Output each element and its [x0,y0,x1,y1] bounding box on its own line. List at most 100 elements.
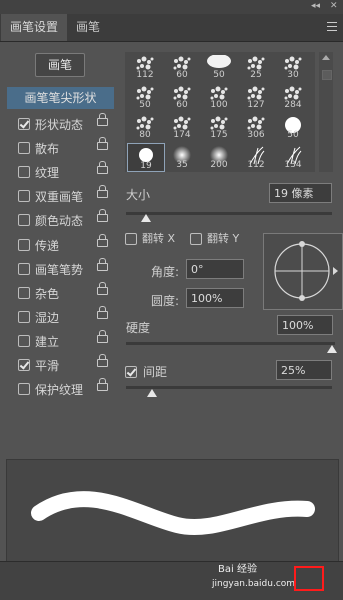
brush-preset[interactable]: 60 [164,83,200,110]
lock-icon[interactable] [97,354,108,367]
lock-icon[interactable] [97,185,108,199]
brush-preset[interactable]: 50 [127,83,163,110]
roundness-field[interactable]: 100% [186,288,244,308]
brush-preset[interactable]: 100 [201,83,237,110]
option-label: 颜色动态 [35,214,84,229]
option-row[interactable]: 湿边 [7,305,114,328]
option-checkbox[interactable] [18,310,30,323]
size-slider-knob[interactable] [141,214,151,222]
brush-preset[interactable]: 50 [201,53,237,80]
option-label: 杂色 [35,286,60,301]
flip-x-label: 翻转 X [142,232,176,245]
option-row[interactable]: 平滑 [7,354,114,376]
collapse-icon[interactable]: ◂◂ [311,1,320,11]
tab-brush-settings[interactable]: 画笔设置 [1,14,68,41]
hardness-field[interactable]: 100% [277,315,333,335]
brush-preset[interactable]: 30 [275,53,311,80]
option-checkbox[interactable] [18,118,30,130]
option-checkbox[interactable] [18,214,30,227]
brush-preset[interactable]: 80 [127,113,163,140]
brush-settings-panel: 画笔 画笔笔尖形状 形状动态散布 纹理 双重画笔颜色动态传递画笔笔势杂色湿边建立平滑… [0,42,343,450]
brush-preset[interactable]: 60 [164,53,200,80]
preset-size: 112 [247,160,265,170]
option-checkbox[interactable] [18,359,30,371]
flip-x-checkbox[interactable] [125,233,137,245]
brush-preset[interactable]: 19 [127,143,165,172]
preset-size: 134 [284,160,302,170]
option-row[interactable]: 双重画笔 [7,185,114,207]
scroll-up-icon[interactable] [322,55,330,60]
option-checkbox[interactable] [18,238,30,251]
lock-icon[interactable] [97,209,108,223]
option-label: 湿边 [35,310,60,325]
option-checkbox[interactable] [18,286,30,299]
preset-size: 19 [140,161,152,171]
preset-size: 25 [250,70,262,80]
lock-icon[interactable] [97,329,108,343]
option-row[interactable]: 纹理 [7,161,114,183]
preset-size: 80 [139,130,151,140]
option-checkbox[interactable] [18,166,30,179]
spacing-field[interactable]: 25% [276,360,332,380]
hardness-slider[interactable] [126,342,335,345]
option-label: 保护纹理 [35,383,84,398]
brush-preset[interactable]: 175 [201,113,237,140]
lock-icon[interactable] [97,305,108,319]
lock-icon[interactable] [97,233,108,247]
option-checkbox[interactable] [18,383,30,396]
brush-preset[interactable]: 112 [127,53,163,80]
lock-icon[interactable] [97,378,108,392]
brush-button[interactable]: 画笔 [35,53,85,77]
scroll-thumb[interactable] [322,70,332,80]
option-checkbox[interactable] [18,190,30,203]
brush-preset[interactable]: 50 [275,113,311,140]
brush-tip-shape-item[interactable]: 画笔笔尖形状 [7,87,114,109]
lock-icon[interactable] [97,257,108,271]
lock-icon[interactable] [97,113,108,126]
brush-preset[interactable]: 174 [164,113,200,140]
brush-preset[interactable]: 35 [164,143,200,170]
option-checkbox[interactable] [18,262,30,275]
option-label: 建立 [35,334,60,349]
spacing-slider-knob[interactable] [147,389,157,397]
flip-y-checkbox[interactable] [190,233,202,245]
brush-preset[interactable]: 134 [275,143,311,170]
close-icon[interactable]: ✕ [330,1,338,11]
preset-size: 50 [287,130,299,140]
lock-icon[interactable] [97,137,108,151]
brush-preset-grid[interactable]: 112 60 50 25 30 50 60 100 127 284 80 174 175 306 50 19 3… [125,52,315,172]
option-row[interactable]: 建立 [7,329,114,352]
brush-preset[interactable]: 25 [238,53,274,80]
brush-preset[interactable]: 112 [238,143,274,170]
angle-roundness-widget[interactable] [263,233,343,310]
brush-preset[interactable]: 200 [201,143,237,170]
lock-icon[interactable] [97,281,108,295]
option-row[interactable]: 杂色 [7,281,114,304]
option-row[interactable]: 形状动态 [7,113,114,135]
preset-size: 284 [284,100,302,110]
lock-icon[interactable] [97,161,108,175]
brush-preset[interactable]: 284 [275,83,311,110]
option-label: 形状动态 [35,118,84,132]
option-row[interactable]: 画笔笔势 [7,257,114,280]
tab-brush[interactable]: 画笔 [76,14,100,41]
size-field[interactable]: 19 像素 [269,183,332,203]
panel-menu-icon[interactable] [327,22,337,34]
new-brush-button[interactable] [294,566,324,591]
size-slider[interactable] [126,212,332,215]
preset-scrollbar[interactable] [319,52,333,172]
option-row[interactable]: 散布 [7,137,114,159]
spacing-checkbox[interactable] [125,366,137,378]
option-row[interactable]: 传递 [7,233,114,256]
brush-preset[interactable]: 306 [238,113,274,140]
angle-crosshair-icon [274,241,338,301]
angle-field[interactable]: 0° [186,259,244,279]
option-row[interactable]: 保护纹理 [7,378,114,400]
option-checkbox[interactable] [18,334,30,347]
option-row[interactable]: 颜色动态 [7,209,114,231]
option-checkbox[interactable] [18,142,30,155]
watermark-url: jingyan.baidu.com [212,579,296,589]
brush-preset[interactable]: 127 [238,83,274,110]
option-label: 传递 [35,238,60,253]
hardness-slider-knob[interactable] [327,345,337,353]
